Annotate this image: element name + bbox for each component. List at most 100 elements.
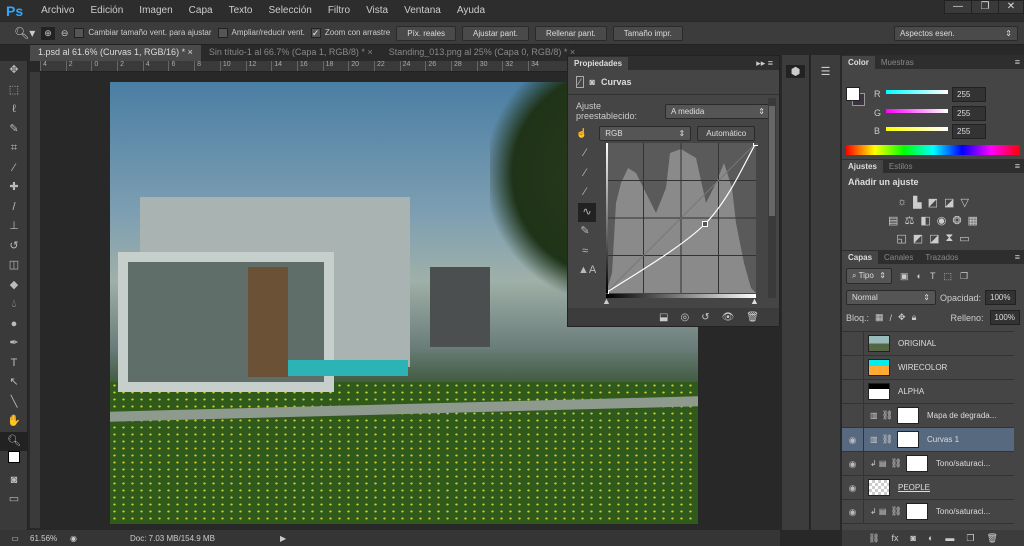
visibility-icon[interactable]: 👁︎ <box>722 312 735 323</box>
reset-icon[interactable]: ↺ <box>701 312 709 323</box>
scrubby-zoom-checkbox[interactable]: ✓ Zoom con arrastre <box>310 28 390 38</box>
selective-color-icon[interactable]: ⧗ <box>946 232 954 245</box>
move-tool-icon[interactable]: ✥ <box>0 61 28 81</box>
zoom-all-checkbox[interactable]: Ampliar/reducir vent. <box>217 28 305 38</box>
lock-transparency-icon[interactable]: ▦ <box>875 312 884 323</box>
healing-tool-icon[interactable]: ✚ <box>0 178 28 198</box>
invert-icon[interactable]: ◱ <box>896 232 906 245</box>
panel-menu-icon[interactable]: ▸▸ ≡ <box>756 58 779 69</box>
close-tab-icon[interactable]: × <box>367 47 372 57</box>
black-white-icon[interactable]: ◧ <box>920 214 930 227</box>
pencil-tool-icon[interactable]: ✎ <box>578 222 592 242</box>
color-lookup-icon[interactable]: ▦ <box>968 214 978 227</box>
fit-screen-button[interactable]: Ajustar pant. <box>462 25 529 41</box>
add-mask-icon[interactable]: ◙ <box>911 533 916 543</box>
filter-adjust-icon[interactable]: ◐ <box>917 271 922 281</box>
visibility-toggle[interactable] <box>842 404 864 427</box>
pen-tool-icon[interactable]: ✒ <box>0 334 28 354</box>
eye-icon[interactable]: ◉ <box>842 476 864 499</box>
layer-row[interactable]: WIRECOLOR <box>842 356 1014 380</box>
restore-button[interactable]: ❐ <box>971 0 999 14</box>
link-layers-icon[interactable]: ⛓ <box>868 533 879 544</box>
menu-ayuda[interactable]: Ayuda <box>449 5 493 16</box>
filter-pixel-icon[interactable]: ▣ <box>900 271 909 282</box>
visibility-toggle[interactable] <box>842 356 864 379</box>
r-value[interactable]: 255 <box>952 87 986 102</box>
quick-select-tool-icon[interactable]: ✎ <box>0 120 28 140</box>
status-menu-icon[interactable]: ◉ <box>70 534 130 543</box>
threshold-icon[interactable]: ◪ <box>929 232 939 245</box>
minimize-button[interactable]: — <box>944 0 972 14</box>
zoom-level[interactable]: 61.56% <box>30 534 70 543</box>
tab-properties[interactable]: Propiedades <box>568 56 629 70</box>
new-layer-icon[interactable]: ❐ <box>966 533 974 544</box>
g-slider[interactable] <box>886 109 948 113</box>
visibility-toggle[interactable] <box>842 332 864 355</box>
eye-icon[interactable]: ◉ <box>842 500 864 523</box>
g-value[interactable]: 255 <box>952 106 986 121</box>
zoom-tool-icon[interactable]: 🔍︎▾ <box>14 26 35 40</box>
exposure-icon[interactable]: ◪ <box>944 196 954 209</box>
new-adjustment-icon[interactable]: ◐ <box>928 533 933 543</box>
tab-paths[interactable]: Trazados <box>919 251 964 264</box>
r-slider[interactable] <box>886 90 948 94</box>
history-panel-icon[interactable]: ☰ <box>815 65 836 78</box>
crop-tool-icon[interactable]: ⌗ <box>0 139 28 159</box>
black-point-slider[interactable]: ▲ <box>602 296 611 306</box>
b-slider[interactable] <box>886 127 948 131</box>
menu-capa[interactable]: Capa <box>181 5 221 16</box>
menu-archivo[interactable]: Archivo <box>33 5 82 16</box>
photo-filter-icon[interactable]: ◉ <box>937 214 947 227</box>
channel-mixer-icon[interactable]: ❂ <box>952 214 961 227</box>
new-group-icon[interactable]: ▬ <box>945 533 954 543</box>
clip-to-layer-icon[interactable]: ⬓ <box>659 312 668 323</box>
quick-mask-icon[interactable]: ◙ <box>0 471 28 491</box>
bucket-tool-icon[interactable]: ◆ <box>0 276 28 296</box>
channel-select[interactable]: RGB ⇕ <box>599 126 692 141</box>
eyedropper-tool-icon[interactable]: ⁄ <box>0 159 28 179</box>
filter-shape-icon[interactable]: ⬚ <box>943 271 952 282</box>
tab-channels[interactable]: Canales <box>878 251 919 264</box>
screen-mode-icon[interactable]: ▭ <box>0 534 30 543</box>
fill-field[interactable]: 100% <box>989 310 1020 325</box>
delete-icon[interactable]: 🗑︎ <box>746 312 759 323</box>
menu-texto[interactable]: Texto <box>221 5 261 16</box>
layer-row[interactable]: ◉ ↲ ▤ ⛓ Tono/saturaci... <box>842 500 1014 524</box>
hand-tool-icon[interactable]: ✋ <box>0 412 28 432</box>
color-swatches-icon[interactable] <box>0 451 28 471</box>
fill-screen-button[interactable]: Rellenar pant. <box>534 25 607 41</box>
menu-ventana[interactable]: Ventana <box>396 5 449 16</box>
foreground-color-swatch[interactable] <box>846 87 860 101</box>
levels-icon[interactable]: ▙ <box>913 196 921 209</box>
menu-vista[interactable]: Vista <box>358 5 396 16</box>
blur-tool-icon[interactable]: 💧︎ <box>0 295 28 315</box>
layer-row[interactable]: ◉ PEOPLE <box>842 476 1014 500</box>
tab-color[interactable]: Color <box>842 55 875 69</box>
curve-point-tool-icon[interactable]: ∿ <box>578 202 596 222</box>
tab-document-2[interactable]: Sin título-1 al 66.7% (Capa 1, RGB/8) * … <box>201 45 381 61</box>
eye-icon[interactable]: ◉ <box>842 428 864 451</box>
delete-layer-icon[interactable]: 🗑︎ <box>986 533 997 544</box>
layer-row[interactable]: ▥ ⛓ Mapa de degrada... <box>842 404 1014 428</box>
3d-panel-icon[interactable]: ⬢ <box>786 65 805 78</box>
fx-icon[interactable]: fx <box>892 533 899 543</box>
zoom-in-icon[interactable]: ⊕ <box>41 26 55 40</box>
panel-scrollbar[interactable] <box>768 98 776 298</box>
type-tool-icon[interactable]: T <box>0 354 28 374</box>
filter-type-icon[interactable]: T <box>930 271 936 281</box>
panel-menu-icon[interactable]: ≡ <box>1015 57 1024 67</box>
line-tool-icon[interactable]: ╲ <box>0 393 28 413</box>
curve-control-point[interactable] <box>753 143 759 146</box>
tab-document-3[interactable]: Standing_013.png al 25% (Capa 0, RGB/8) … <box>381 45 583 61</box>
zoom-out-icon[interactable]: ⊖ <box>61 28 69 39</box>
close-button[interactable]: ✕ <box>998 0 1024 14</box>
gray-point-eyedropper-icon[interactable]: ⁄ <box>578 164 592 184</box>
auto-button[interactable]: Automático <box>697 126 756 141</box>
screen-mode-icon[interactable]: ▭ <box>0 490 28 510</box>
status-arrow-icon[interactable]: ▶ <box>280 534 286 543</box>
resize-windows-checkbox[interactable]: Cambiar tamaño vent. para ajustar <box>74 28 212 38</box>
eye-icon[interactable]: ◉ <box>842 452 864 475</box>
gradient-map-icon[interactable]: ▭ <box>959 232 969 245</box>
curve-control-point[interactable] <box>702 221 708 227</box>
smooth-icon[interactable]: ≈ <box>578 242 592 262</box>
